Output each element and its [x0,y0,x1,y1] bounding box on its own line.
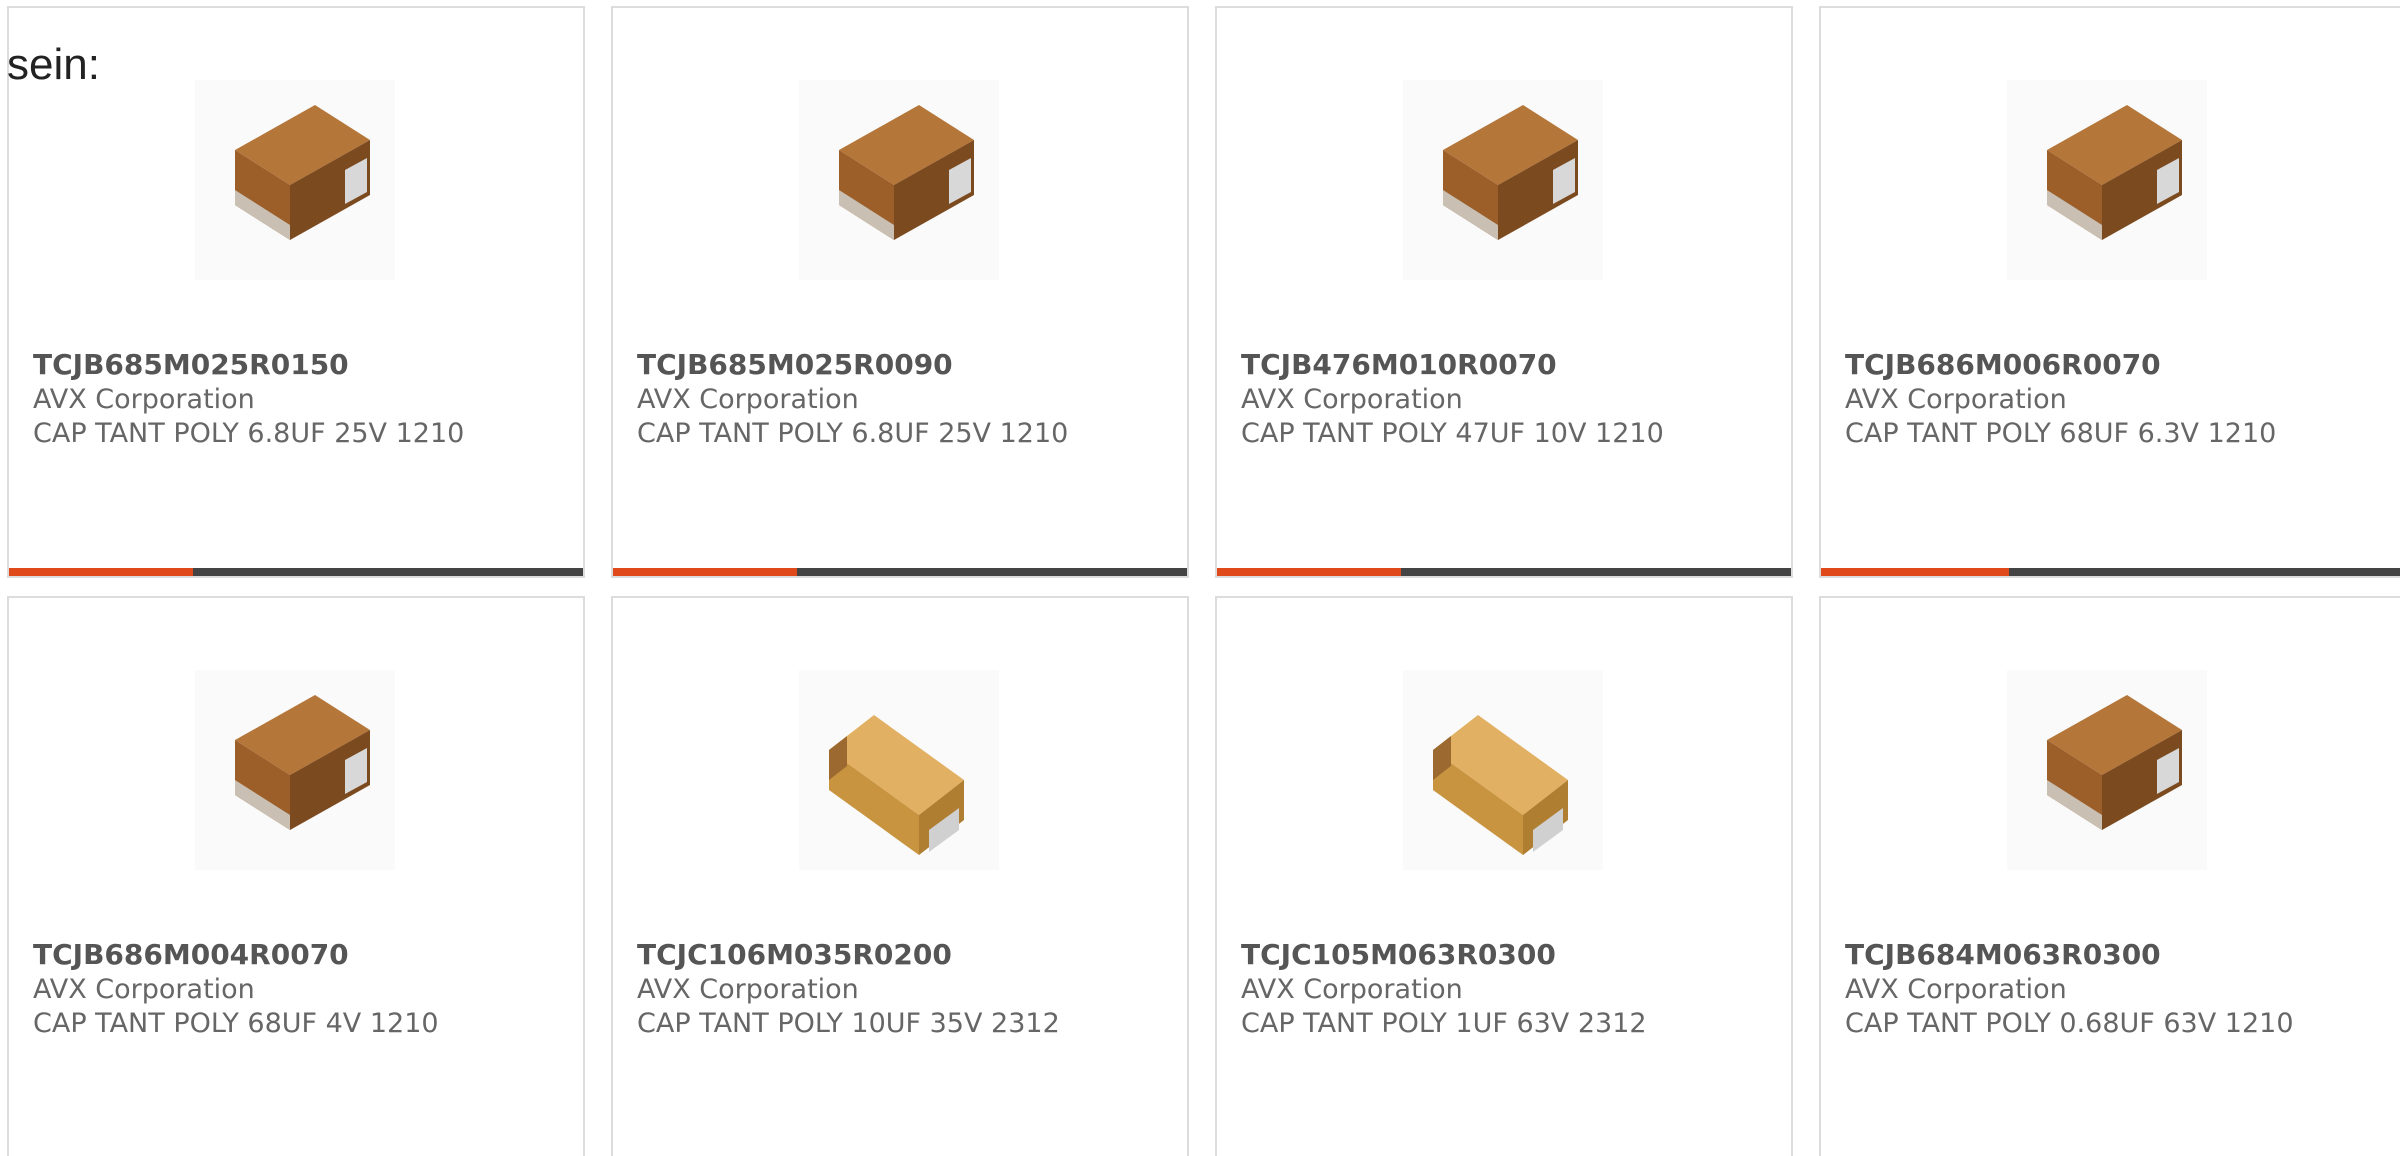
product-card[interactable]: TCJB684M063R0300 AVX Corporation CAP TAN… [1819,596,2400,1156]
part-number[interactable]: TCJB685M025R0090 [637,348,953,381]
product-description: CAP TANT POLY 68UF 6.3V 1210 [1845,418,2277,449]
product-grid: TCJB685M025R0150 AVX Corporation CAP TAN… [7,6,2400,1156]
progress-fill [1217,568,1401,576]
product-card[interactable]: TCJB476M010R0070 AVX Corporation CAP TAN… [1215,6,1793,578]
manufacturer: AVX Corporation [1845,974,2067,1005]
product-description: CAP TANT POLY 47UF 10V 1210 [1241,418,1664,449]
progress-fill [613,568,797,576]
product-description: CAP TANT POLY 6.8UF 25V 1210 [637,418,1069,449]
part-number[interactable]: TCJB686M006R0070 [1845,348,2161,381]
capacitor-yellow-icon[interactable] [1403,670,1603,870]
manufacturer: AVX Corporation [1845,384,2067,415]
part-number[interactable]: TCJC105M063R0300 [1241,938,1556,971]
manufacturer: AVX Corporation [33,384,255,415]
capacitor-brown-icon[interactable] [1403,80,1603,280]
capacitor-brown-icon[interactable] [799,80,999,280]
part-number[interactable]: TCJB476M010R0070 [1241,348,1557,381]
product-card[interactable]: TCJB685M025R0150 AVX Corporation CAP TAN… [7,6,585,578]
progress-bar [1217,568,1791,576]
manufacturer: AVX Corporation [1241,384,1463,415]
product-card[interactable]: TCJB686M004R0070 AVX Corporation CAP TAN… [7,596,585,1156]
product-card[interactable]: TCJC106M035R0200 AVX Corporation CAP TAN… [611,596,1189,1156]
capacitor-brown-icon[interactable] [195,670,395,870]
product-description: CAP TANT POLY 68UF 4V 1210 [33,1008,439,1039]
capacitor-brown-icon[interactable] [195,80,395,280]
part-number[interactable]: TCJB685M025R0150 [33,348,349,381]
manufacturer: AVX Corporation [637,974,859,1005]
manufacturer: AVX Corporation [33,974,255,1005]
progress-bar [1821,568,2400,576]
part-number[interactable]: TCJB684M063R0300 [1845,938,2161,971]
capacitor-brown-icon[interactable] [2007,670,2207,870]
progress-bar [613,568,1187,576]
part-number[interactable]: TCJC106M035R0200 [637,938,952,971]
product-card[interactable]: TCJB685M025R0090 AVX Corporation CAP TAN… [611,6,1189,578]
progress-fill [1821,568,2009,576]
capacitor-brown-icon[interactable] [2007,80,2207,280]
part-number[interactable]: TCJB686M004R0070 [33,938,349,971]
product-description: CAP TANT POLY 1UF 63V 2312 [1241,1008,1647,1039]
product-description: CAP TANT POLY 6.8UF 25V 1210 [33,418,465,449]
product-card[interactable]: TCJB686M006R0070 AVX Corporation CAP TAN… [1819,6,2400,578]
progress-fill [9,568,193,576]
intro-text: sein: [7,40,100,89]
product-description: CAP TANT POLY 0.68UF 63V 1210 [1845,1008,2294,1039]
product-description: CAP TANT POLY 10UF 35V 2312 [637,1008,1060,1039]
progress-bar [9,568,583,576]
manufacturer: AVX Corporation [1241,974,1463,1005]
capacitor-yellow-icon[interactable] [799,670,999,870]
product-card[interactable]: TCJC105M063R0300 AVX Corporation CAP TAN… [1215,596,1793,1156]
manufacturer: AVX Corporation [637,384,859,415]
